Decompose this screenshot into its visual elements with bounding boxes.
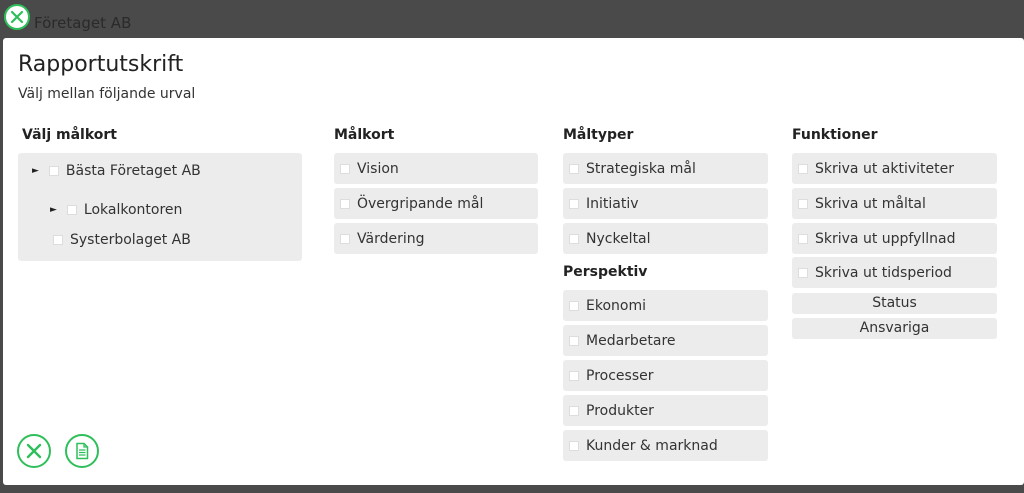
expand-arrow-icon[interactable]: ► [32, 166, 39, 176]
malkort-column-header: Målkort [334, 127, 395, 143]
option-nyckeltal[interactable]: Nyckeltal [563, 223, 768, 254]
option-label: Skriva ut aktiviteter [815, 160, 954, 177]
checkbox[interactable] [569, 405, 579, 416]
checkbox[interactable] [569, 440, 579, 451]
option-processer[interactable]: Processer [563, 360, 768, 391]
option-label: Strategiska mål [586, 160, 696, 177]
tree-node[interactable]: ► Lokalkontoren [50, 202, 182, 218]
checkbox[interactable] [48, 166, 59, 176]
close-overlay-button[interactable] [4, 4, 30, 30]
print-report-button[interactable] [65, 434, 99, 468]
option-skriva-ut-tidsperiod[interactable]: Skriva ut tidsperiod [792, 257, 997, 288]
option-label: Initiativ [586, 195, 639, 212]
close-icon [10, 10, 24, 24]
dialog-subtitle: Välj mellan följande urval [18, 86, 196, 102]
option-skriva-ut-aktiviteter[interactable]: Skriva ut aktiviteter [792, 153, 997, 184]
report-dialog: Rapportutskrift Välj mellan följande urv… [3, 38, 1024, 485]
checkbox[interactable] [53, 235, 63, 245]
tree-node[interactable]: Systerbolaget AB [53, 232, 191, 248]
option-skriva-ut-uppfyllnad[interactable]: Skriva ut uppfyllnad [792, 223, 997, 254]
option-label: Övergripande mål [357, 195, 484, 212]
option-label: Processer [586, 367, 654, 384]
expand-arrow-icon[interactable]: ► [50, 205, 57, 215]
option-vision[interactable]: Vision [334, 153, 538, 184]
option-label: Skriva ut måltal [815, 195, 926, 212]
option-kunder-marknad[interactable]: Kunder & marknad [563, 430, 768, 461]
option-label: Nyckeltal [586, 230, 651, 247]
tree-node-label: Bästa Företaget AB [65, 163, 201, 179]
option-overgripande-mal[interactable]: Övergripande mål [334, 188, 538, 219]
status-button[interactable]: Status [792, 293, 997, 314]
checkbox[interactable] [798, 233, 808, 244]
checkbox[interactable] [569, 233, 579, 244]
scorecard-column-header: Välj målkort [22, 127, 117, 143]
checkbox[interactable] [798, 198, 808, 209]
close-icon [26, 443, 42, 459]
option-ekonomi[interactable]: Ekonomi [563, 290, 768, 321]
option-initiativ[interactable]: Initiativ [563, 188, 768, 219]
checkbox[interactable] [340, 198, 350, 209]
option-label: Vision [357, 160, 399, 177]
funktioner-column-header: Funktioner [792, 127, 878, 143]
tree-node-label: Lokalkontoren [83, 202, 183, 218]
option-label: Skriva ut tidsperiod [815, 264, 952, 281]
option-label: Medarbetare [586, 332, 676, 349]
ansvariga-button[interactable]: Ansvariga [792, 318, 997, 339]
maltyper-column-header: Måltyper [563, 127, 634, 143]
option-skriva-ut-maltal[interactable]: Skriva ut måltal [792, 188, 997, 219]
document-icon [76, 442, 89, 460]
checkbox[interactable] [798, 267, 808, 278]
checkbox[interactable] [569, 198, 579, 209]
checkbox[interactable] [66, 205, 77, 215]
option-label: Kunder & marknad [586, 437, 718, 454]
background-page-title: Företaget AB [34, 14, 132, 32]
checkbox[interactable] [798, 163, 808, 174]
checkbox[interactable] [569, 300, 579, 311]
checkbox[interactable] [569, 335, 579, 346]
option-vardering[interactable]: Värdering [334, 223, 538, 254]
option-medarbetare[interactable]: Medarbetare [563, 325, 768, 356]
option-label: Skriva ut uppfyllnad [815, 230, 956, 247]
checkbox[interactable] [340, 163, 350, 174]
option-label: Ekonomi [586, 297, 646, 314]
tree-node-label: Systerbolaget AB [70, 232, 191, 248]
option-label: Värdering [357, 230, 425, 247]
tree-node[interactable]: ► Bästa Företaget AB [32, 163, 201, 179]
option-produkter[interactable]: Produkter [563, 395, 768, 426]
scorecard-tree: ► Bästa Företaget AB ► Lokalkontoren Sys… [18, 153, 302, 261]
option-strategiska-mal[interactable]: Strategiska mål [563, 153, 768, 184]
checkbox[interactable] [569, 163, 579, 174]
cancel-button[interactable] [17, 434, 51, 468]
checkbox[interactable] [340, 233, 350, 244]
option-label: Produkter [586, 402, 654, 419]
perspektiv-column-header: Perspektiv [563, 264, 648, 280]
checkbox[interactable] [569, 370, 579, 381]
dialog-title: Rapportutskrift [18, 52, 184, 77]
